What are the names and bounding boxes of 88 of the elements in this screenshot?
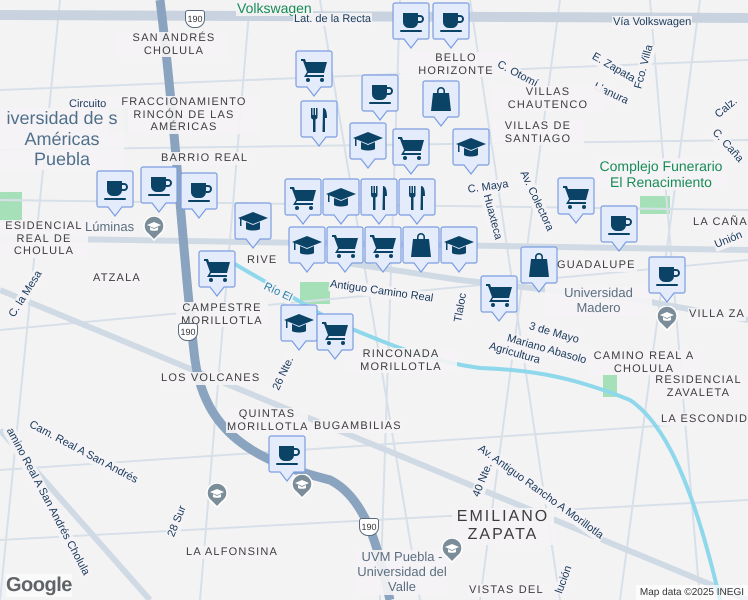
cup-icon — [188, 183, 212, 202]
map-pin[interactable] — [402, 226, 440, 273]
mortarboard-icon — [238, 212, 268, 230]
map-pin[interactable] — [361, 74, 399, 121]
map-pin[interactable] — [648, 256, 686, 303]
area-label: QUINTAS MORILLOTLA — [226, 408, 308, 434]
map-pin[interactable] — [398, 178, 436, 225]
google-logo[interactable]: Google — [6, 574, 72, 597]
area-label: BARRIO REAL — [160, 152, 250, 165]
map-pin[interactable] — [364, 226, 402, 273]
cup-icon — [148, 177, 172, 196]
area-label: BUGAMBILIAS — [313, 420, 403, 433]
cup-icon — [276, 446, 300, 465]
map-pin[interactable] — [234, 202, 272, 249]
cart-icon — [332, 235, 358, 258]
map-pin[interactable] — [452, 128, 490, 175]
map-pin[interactable] — [349, 122, 387, 169]
cart-icon — [322, 322, 348, 345]
cart-icon — [204, 259, 230, 282]
cart-icon — [290, 187, 316, 210]
map-pin[interactable] — [480, 275, 518, 322]
school-marker-icon[interactable] — [291, 474, 313, 499]
mortarboard-icon — [456, 138, 486, 156]
area-label: GUADALUPE — [556, 259, 637, 272]
cup-icon — [440, 13, 464, 32]
map-pin[interactable] — [280, 304, 318, 351]
map-attribution: Map data ©2025 INEGI — [636, 585, 748, 600]
map-pin[interactable] — [96, 170, 134, 217]
map-pin[interactable] — [392, 2, 430, 49]
mortarboard-icon — [326, 188, 356, 206]
cup-icon — [656, 267, 680, 286]
area-label: CAMPESTRE MORILLOTLA — [176, 302, 268, 328]
map-pin[interactable] — [300, 100, 338, 147]
map-pin[interactable] — [326, 226, 364, 273]
map-pin[interactable] — [520, 246, 558, 293]
bag-icon — [431, 87, 451, 111]
place-label: UVM Puebla - Universidad del Valle — [356, 550, 448, 595]
mortarboard-icon — [353, 132, 383, 150]
map-pin[interactable] — [288, 226, 326, 273]
mortarboard-icon — [444, 236, 474, 254]
map-pin[interactable] — [295, 50, 333, 97]
school-marker-icon[interactable] — [206, 483, 228, 508]
bag-icon — [529, 253, 549, 277]
area-label: LA ALFONSINA — [185, 546, 280, 559]
fork-knife-icon — [409, 186, 425, 210]
school-marker-icon[interactable] — [656, 306, 678, 331]
cart-icon — [301, 59, 327, 82]
area-label: VILLAS DE SANTIAGO — [492, 120, 584, 146]
area-label: LOS VOLCANES — [160, 372, 262, 385]
cup-icon — [369, 85, 393, 104]
place-label: Volkswagen — [236, 0, 313, 16]
fork-knife-icon — [311, 108, 327, 132]
map-pin[interactable] — [432, 2, 470, 49]
map-pin[interactable] — [198, 250, 236, 297]
map-pin[interactable] — [557, 177, 595, 224]
map-pin[interactable] — [140, 166, 178, 213]
map-pin[interactable] — [322, 178, 360, 225]
map-pin[interactable] — [284, 178, 322, 225]
cart-icon — [398, 137, 424, 160]
highway-shield: 190 — [359, 518, 379, 536]
school-marker-icon[interactable] — [143, 216, 165, 241]
map-pin[interactable] — [268, 435, 306, 482]
cart-icon — [486, 284, 512, 307]
map-pin[interactable] — [422, 80, 460, 127]
place-label: iversidad de s Américas Puebla — [0, 108, 124, 170]
map-pin[interactable] — [316, 313, 354, 360]
area-label: LA ESCONDID — [660, 413, 748, 426]
highway-shield: 190 — [178, 323, 198, 341]
mortarboard-icon — [284, 314, 314, 332]
street-label: Lat. de la Recta — [293, 13, 372, 26]
cart-icon — [370, 235, 396, 258]
map-pin[interactable] — [360, 178, 398, 225]
area-label: VISTAS DEL — [468, 584, 545, 597]
map-pin[interactable] — [440, 226, 478, 273]
school-marker-icon[interactable] — [441, 538, 463, 563]
mortarboard-icon — [292, 236, 322, 254]
cup-icon — [608, 216, 632, 235]
cup-icon — [400, 13, 424, 32]
map-pin[interactable] — [180, 172, 218, 219]
fork-knife-icon — [371, 186, 387, 210]
cart-icon — [563, 186, 589, 209]
cup-icon — [104, 181, 128, 200]
area-label: VILLA ZA — [688, 308, 746, 321]
street-label: Vía Volkswagen — [612, 16, 692, 29]
bag-icon — [411, 233, 431, 257]
highway-shield: 190 — [185, 10, 205, 28]
map-pin[interactable] — [392, 128, 430, 175]
map-pin[interactable] — [600, 205, 638, 252]
